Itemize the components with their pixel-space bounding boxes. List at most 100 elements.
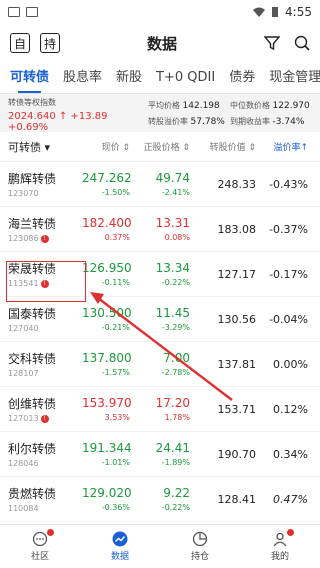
price-value: 126.950 <box>82 261 132 275</box>
stock-price-value: 24.41 <box>155 441 190 455</box>
bond-name-cell: 鹏辉转债 123070 <box>0 170 82 198</box>
ytm-value: -3.74% <box>272 116 305 127</box>
battery-icon <box>272 7 279 17</box>
user-icon <box>273 532 287 547</box>
table-row[interactable]: 鹏辉转债 123070 247.262 -1.50% 49.74 -2.41% 248.33… <box>0 162 320 207</box>
premium-cell: 0.47% <box>273 492 308 506</box>
table-row[interactable]: 贵燃转债 110084 129.020 -0.36% 9.22 -0.22% 128.41 0… <box>0 477 320 522</box>
notification-icon <box>8 7 20 17</box>
median-price-value: 122.970 <box>272 100 310 111</box>
col-premium-header[interactable]: 溢价率↑ <box>256 140 316 153</box>
table-row[interactable]: 交科转债 128107 137.800 -1.57% 7.00 -2.78% 137.81 0… <box>0 342 320 387</box>
bond-code-wrap: 127040 <box>8 324 82 333</box>
price-value: 153.970 <box>82 396 132 410</box>
highlight-box <box>6 261 86 302</box>
col-conv-value-header[interactable]: 转股价值 ⇕ <box>190 140 256 153</box>
nav-holdings[interactable]: 持仓 <box>160 525 240 568</box>
bond-code: 110084 <box>8 504 39 513</box>
clock: 4:55 <box>285 5 312 19</box>
bond-name-cell: 创维转债 127013! <box>0 395 82 423</box>
tab-t0-qdii[interactable]: T+0 QDII <box>156 70 215 93</box>
bond-code: 128107 <box>8 369 39 378</box>
table-row[interactable]: 利尔转债 128046 191.344 -1.01% 24.41 -1.89% 190.70… <box>0 432 320 477</box>
price-cell: 153.970 3.53% <box>82 396 132 422</box>
col-stock-price-header[interactable]: 正股价格 ⇕ <box>130 140 190 153</box>
page-title: 数据 <box>146 34 177 53</box>
price-change: -0.21% <box>101 323 130 332</box>
price-value: 247.262 <box>82 171 132 185</box>
bond-code: 123086 <box>8 234 39 243</box>
table-header: 可转债 ▾ 现价 ⇕ 正股价格 ⇕ 转股价值 ⇕ 溢价率↑ <box>0 132 320 162</box>
nav-profile[interactable]: 我的 <box>240 525 320 568</box>
price-value: 182.400 <box>82 216 132 230</box>
bond-code-wrap: 128046 <box>8 459 82 468</box>
nav-community[interactable]: 社区 <box>0 525 80 568</box>
bond-code: 128046 <box>8 459 39 468</box>
index-value: 2024.640 ↑ +13.89 +0.69% <box>8 111 108 133</box>
price-change: -1.57% <box>101 368 130 377</box>
price-cell: 129.020 -0.36% <box>82 486 132 512</box>
app-header: 自 持 数据 <box>0 24 320 62</box>
tab-new-stock[interactable]: 新股 <box>116 66 142 93</box>
conv-value-cell: 130.56 <box>217 312 257 326</box>
price-change: -1.50% <box>101 188 130 197</box>
stock-price-cell: 13.34 -0.22% <box>130 261 190 287</box>
avg-price-value: 142.198 <box>182 100 220 111</box>
stock-price-value: 13.34 <box>155 261 190 275</box>
bond-name-cell: 海兰转债 123086! <box>0 215 82 243</box>
price-change: 3.53% <box>104 413 130 422</box>
conv-value-cell: 137.81 <box>217 357 257 371</box>
index-label: 转债等权指数 <box>8 98 56 107</box>
wifi-icon <box>253 7 266 17</box>
notification-icons <box>8 7 38 17</box>
table-row[interactable]: 海兰转债 123086! 182.400 0.37% 13.31 0.08% 183.08-… <box>0 207 320 252</box>
col-name-header[interactable]: 可转债 ▾ <box>0 139 82 155</box>
conv-value-cell: 153.71 <box>217 402 257 416</box>
conv-value-cell: 190.70 <box>217 447 257 461</box>
stock-price-change: -2.78% <box>161 368 190 377</box>
tab-cash-management[interactable]: 现金管理 <box>269 66 320 93</box>
filter-icon[interactable] <box>263 35 280 51</box>
bond-list: 鹏辉转债 123070 247.262 -1.50% 49.74 -2.41% 248.33… <box>0 162 320 522</box>
bond-code: 127013 <box>8 414 39 423</box>
bond-name-cell: 交科转债 128107 <box>0 350 82 378</box>
price-value: 130.500 <box>82 306 132 320</box>
avg-price-label: 平均价格 <box>148 100 180 110</box>
stock-price-cell: 7.00 -2.78% <box>130 351 190 377</box>
nav-data[interactable]: 数据 <box>80 525 160 568</box>
table-row[interactable]: 创维转债 127013! 153.970 3.53% 17.20 1.78% 153.71 0… <box>0 387 320 432</box>
tab-bond[interactable]: 债券 <box>229 66 255 93</box>
stock-price-cell: 11.45 -3.29% <box>130 306 190 332</box>
notification-dot <box>287 529 294 536</box>
category-tabs: 可转债 股息率 新股 T+0 QDII 债券 现金管理 <box>0 62 320 94</box>
col-price-header[interactable]: 现价 ⇕ <box>82 140 130 153</box>
price-cell: 137.800 -1.57% <box>82 351 132 377</box>
bond-name: 鹏辉转债 <box>8 172 57 186</box>
bond-name: 贵燃转债 <box>8 487 57 501</box>
bond-name-cell: 利尔转债 128046 <box>0 440 82 468</box>
conv-value-cell: 128.41 <box>217 492 257 506</box>
tab-convertible-bond[interactable]: 可转债 <box>10 66 49 93</box>
stock-price-change: 0.08% <box>164 233 190 242</box>
bond-code-wrap: 127013! <box>8 414 82 423</box>
stock-price-value: 9.22 <box>163 486 190 500</box>
stock-price-change: -0.22% <box>161 278 190 287</box>
holdings-button[interactable]: 持 <box>40 33 60 53</box>
price-value: 129.020 <box>82 486 132 500</box>
bond-name: 创维转债 <box>8 397 57 411</box>
bond-code: 123070 <box>8 189 39 198</box>
stock-price-value: 49.74 <box>155 171 190 185</box>
price-cell: 182.400 0.37% <box>82 216 132 242</box>
search-icon[interactable] <box>294 35 310 51</box>
table-row[interactable]: 国泰转债 127040 130.500 -0.21% 11.45 -3.29% 130.56… <box>0 297 320 342</box>
price-value: 191.344 <box>82 441 132 455</box>
tab-dividend-yield[interactable]: 股息率 <box>63 66 102 93</box>
bond-code-wrap: 128107 <box>8 369 82 378</box>
price-change: 0.37% <box>104 233 130 242</box>
ytm-label: 到期收益率 <box>230 116 270 126</box>
premium-ratio-label: 转股溢价率 <box>148 116 188 126</box>
chat-icon <box>32 531 48 547</box>
bond-name: 国泰转债 <box>8 307 57 321</box>
self-select-button[interactable]: 自 <box>10 33 30 53</box>
notification-icon <box>26 7 38 17</box>
